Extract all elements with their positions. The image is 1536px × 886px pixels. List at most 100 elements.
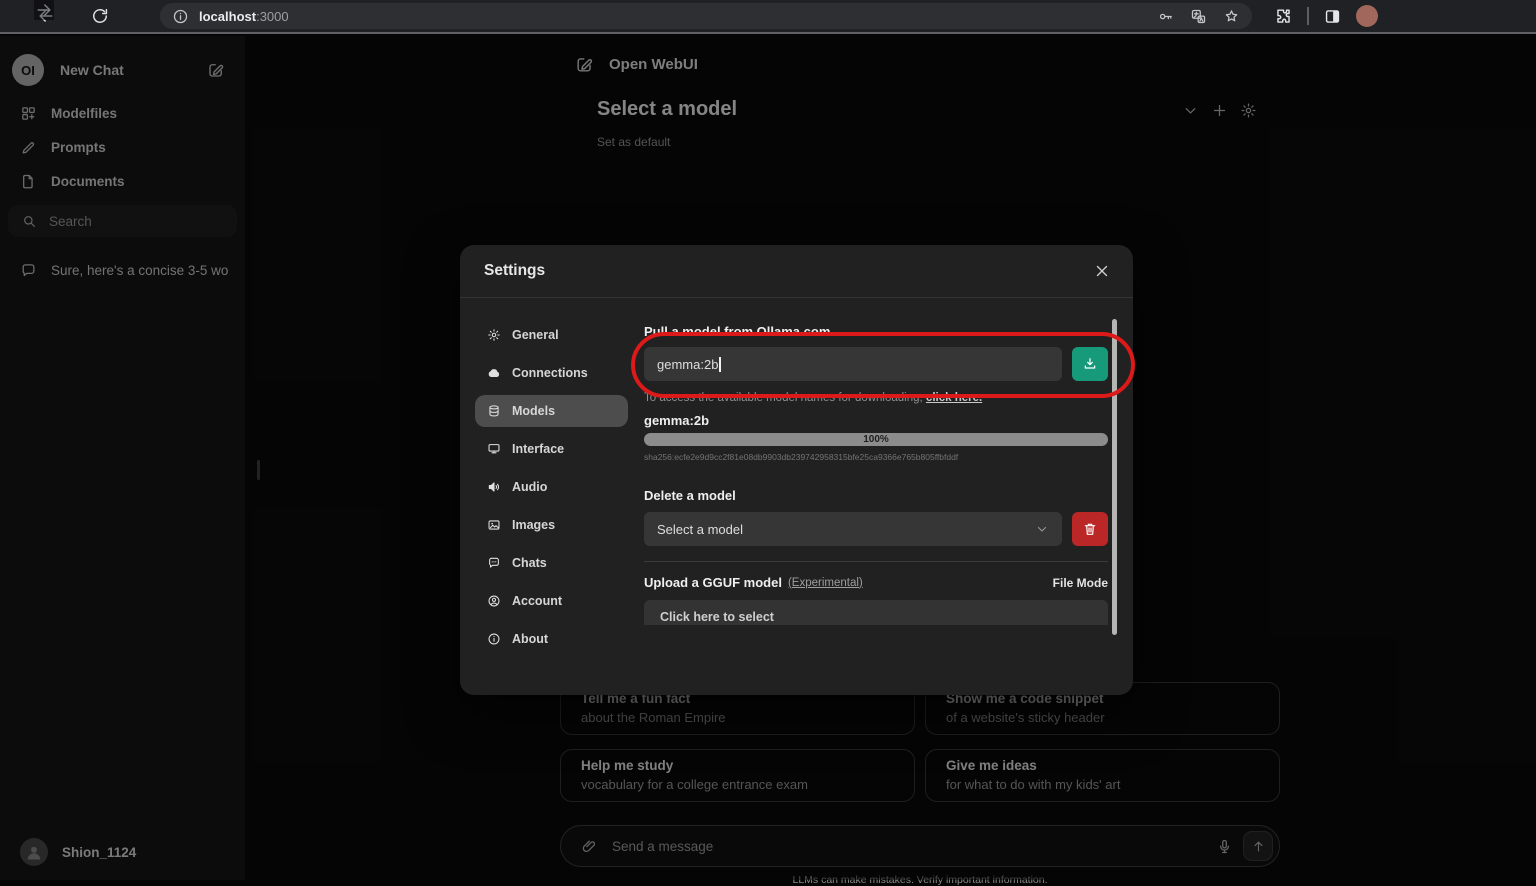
sidebar-item-label: Documents (51, 174, 125, 189)
note-text: To access the available model names for … (644, 392, 923, 404)
app-viewport: OI New Chat Modelfiles Prompts Documents (0, 36, 1536, 880)
send-arrow-icon (1251, 839, 1266, 854)
suggestion-subtitle: vocabulary for a college entrance exam (581, 777, 894, 792)
sidebar-search[interactable] (8, 205, 237, 237)
prompt-suggestions: Tell me a fun fact about the Roman Empir… (560, 682, 1280, 802)
new-chat-edit-icon[interactable] (207, 61, 225, 79)
file-mode-toggle[interactable]: File Mode (1053, 576, 1108, 590)
suggestion-subtitle: for what to do with my kids' art (946, 777, 1259, 792)
upload-gguf-header: Upload a GGUF model (Experimental) File … (644, 575, 1108, 590)
text-caret (719, 357, 721, 372)
database-icon (487, 404, 501, 418)
divider (1307, 7, 1309, 25)
attach-paperclip-icon[interactable] (581, 838, 598, 855)
account-icon (487, 594, 501, 608)
sidebar-menu: Modelfiles Prompts Documents (0, 96, 245, 198)
sidebar-item-label: Modelfiles (51, 106, 117, 121)
new-chat-label: New Chat (60, 62, 207, 78)
delete-model-select[interactable]: Select a model (644, 512, 1062, 546)
download-icon (1082, 356, 1098, 372)
sidebar-item-documents[interactable]: Documents (0, 164, 245, 198)
add-model-icon[interactable] (1211, 102, 1228, 119)
refresh-icon[interactable] (90, 6, 110, 26)
tab-label: Models (512, 404, 555, 418)
user-menu[interactable]: Shion_1124 (0, 824, 245, 880)
prompts-pencil-icon (20, 139, 37, 156)
monitor-icon (487, 442, 501, 456)
experimental-link[interactable]: (Experimental) (788, 577, 863, 589)
delete-model-heading: Delete a model (644, 488, 1108, 503)
settings-header: Settings (460, 245, 1133, 298)
url-host: localhost (199, 9, 256, 24)
tab-images[interactable]: Images (475, 509, 628, 541)
pull-model-note: To access the available model names for … (644, 392, 1108, 404)
person-icon (24, 842, 44, 862)
click-here-link[interactable]: click here. (926, 392, 982, 404)
side-panel-icon[interactable] (1323, 7, 1342, 26)
info-icon (487, 632, 501, 646)
chat-bubble-icon (20, 262, 37, 279)
settings-title: Settings (484, 262, 1093, 280)
gear-icon[interactable] (1240, 102, 1257, 119)
tab-models[interactable]: Models (475, 395, 628, 427)
new-chat-button[interactable]: OI New Chat (12, 52, 235, 88)
close-icon[interactable] (1093, 262, 1111, 280)
tab-about[interactable]: About (475, 623, 628, 655)
page-title: Open WebUI (609, 56, 698, 73)
message-composer (560, 825, 1280, 867)
download-progress-bar: 100% (644, 433, 1108, 446)
pull-model-input[interactable]: gemma:2b (644, 347, 1062, 381)
model-selector-actions (1170, 102, 1257, 119)
download-progress-label: 100% (644, 433, 1108, 446)
set-as-default-button[interactable]: Set as default (597, 135, 737, 149)
back-icon[interactable] (36, 6, 56, 26)
tab-audio[interactable]: Audio (475, 471, 628, 503)
translate-icon[interactable] (1190, 8, 1207, 25)
suggestion-card[interactable]: Help me study vocabulary for a college e… (560, 749, 915, 802)
password-key-icon[interactable] (1157, 8, 1174, 25)
mic-icon[interactable] (1216, 838, 1233, 855)
model-selector-value[interactable]: Select a model (597, 98, 737, 121)
upload-select-button[interactable]: Click here to select (644, 600, 1108, 625)
disclaimer-text: LLMs can make mistakes. Verify important… (560, 874, 1280, 886)
suggestion-title: Help me study (581, 758, 894, 773)
downloading-model-name: gemma:2b (644, 413, 1108, 428)
send-button[interactable] (1243, 831, 1273, 861)
address-bar[interactable]: localhost:3000 (160, 3, 1252, 29)
suggestion-card[interactable]: Give me ideas for what to do with my kid… (925, 749, 1280, 802)
chat-history-item[interactable]: Sure, here's a concise 3-5 wo (0, 255, 245, 285)
download-model-button[interactable] (1072, 347, 1108, 381)
browser-profile-avatar[interactable] (1356, 5, 1378, 27)
chat-dots-icon (487, 556, 501, 570)
delete-model-button[interactable] (1072, 512, 1108, 546)
tab-label: About (512, 632, 548, 646)
sidebar: OI New Chat Modelfiles Prompts Documents (0, 36, 245, 880)
search-input[interactable] (49, 214, 219, 229)
suggestion-title: Give me ideas (946, 758, 1259, 773)
upload-gguf-heading: Upload a GGUF model (644, 575, 782, 590)
url-port: :3000 (256, 9, 289, 24)
message-input[interactable] (612, 839, 1216, 854)
trash-icon (1082, 521, 1098, 537)
pull-model-value: gemma:2b (657, 357, 718, 372)
sidebar-item-modelfiles[interactable]: Modelfiles (0, 96, 245, 130)
tab-label: Images (512, 518, 555, 532)
modal-scrollbar[interactable] (1112, 319, 1117, 635)
bookmark-star-icon[interactable] (1223, 8, 1240, 25)
sidebar-item-prompts[interactable]: Prompts (0, 130, 245, 164)
tab-label: Interface (512, 442, 564, 456)
pull-model-heading: Pull a model from Ollama.com (644, 324, 1108, 339)
site-info-icon[interactable] (172, 8, 189, 25)
tab-interface[interactable]: Interface (475, 433, 628, 465)
tab-label: Audio (512, 480, 547, 494)
chrome-actions (1274, 5, 1378, 27)
edit-chat-icon[interactable] (575, 55, 594, 74)
tab-chats[interactable]: Chats (475, 547, 628, 579)
tab-account[interactable]: Account (475, 585, 628, 617)
tab-connections[interactable]: Connections (475, 357, 628, 389)
tab-label: Connections (512, 366, 588, 380)
extensions-icon[interactable] (1274, 7, 1293, 26)
tab-general[interactable]: General (475, 319, 628, 351)
chevron-down-icon[interactable] (1182, 102, 1199, 119)
model-selector: Select a model Set as default (597, 98, 737, 149)
